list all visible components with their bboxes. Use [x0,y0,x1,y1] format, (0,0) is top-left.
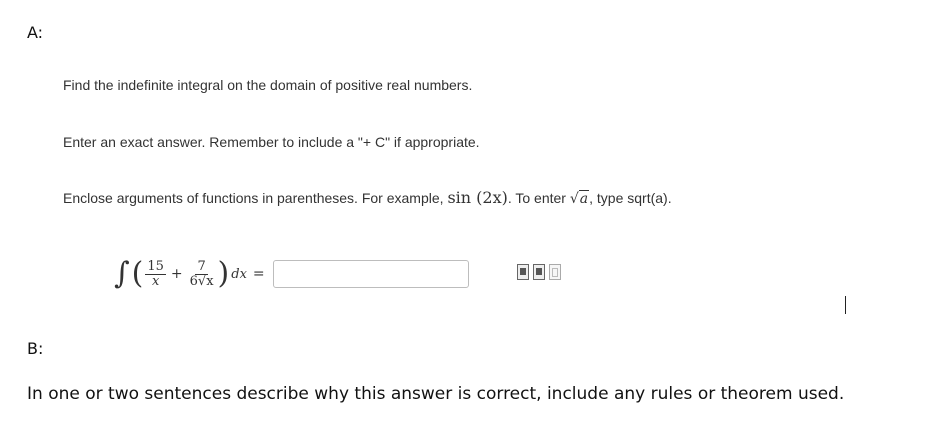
insert-icon[interactable] [533,264,545,280]
left-paren: ( [131,256,144,291]
instruction-prefix: Enclose arguments of functions in parent… [63,190,444,206]
templates-icon[interactable] [517,264,529,280]
fraction-denominator: x [151,273,160,289]
fraction-numerator: 7 [195,258,208,275]
answer-input[interactable] [272,260,469,288]
fraction-numerator: 15 [145,258,166,275]
integral-expression: ∫ ( 15 x + 7 6√x ) dx = [114,252,469,296]
fraction-denominator: 6√x [189,273,214,289]
example-sin: sin (2x) [447,188,508,207]
preview-icon[interactable] [549,264,561,280]
answer-toolbar [517,264,561,280]
differential: dx [231,266,247,282]
equals-sign: = [252,266,265,282]
plus-sign: + [170,266,183,282]
right-paren: ) [217,256,230,291]
instruction-middle: . To enter [507,190,566,206]
part-b-label: B: [27,339,44,358]
text-cursor [845,296,846,314]
sqrt-variable: a [578,190,590,207]
instruction-exact: Enter an exact answer. Remember to inclu… [63,134,480,150]
integral-sign: ∫ [114,256,130,291]
fraction-7-over-6-root-x: 7 6√x [188,260,216,288]
instruction-domain: Find the indefinite integral on the doma… [63,77,473,93]
sqrt-example: √a [569,190,590,207]
instruction-parentheses: Enclose arguments of functions in parent… [63,188,672,207]
fraction-15-over-x: 15 x [145,260,166,288]
instruction-suffix: , type sqrt(a). [589,190,672,206]
part-a-label: A: [27,23,44,42]
part-b-question: In one or two sentences describe why thi… [27,384,845,404]
